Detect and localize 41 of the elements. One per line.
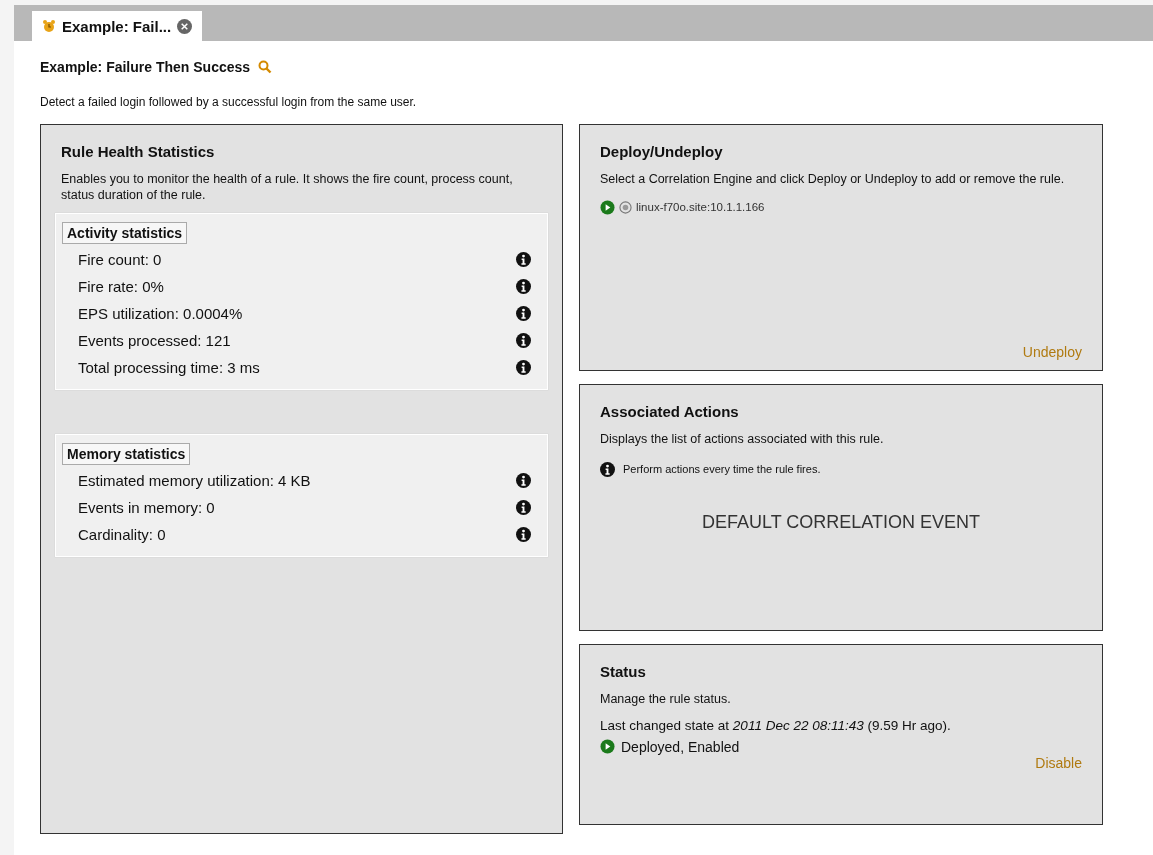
info-icon: [516, 527, 531, 543]
statistic-text: Total processing time: 3 ms: [78, 359, 260, 377]
panel-title: Associated Actions: [600, 403, 740, 420]
close-icon[interactable]: [177, 18, 193, 34]
panel-description: Select a Correlation Engine and click Deploy or Undeploy to add or remove the rule.: [600, 172, 1066, 188]
panel-title: Status: [600, 663, 647, 680]
rule-description: Detect a failed login followed by a successful login from the same user.: [40, 95, 418, 109]
undeploy-link[interactable]: Undeploy: [1022, 344, 1082, 360]
status-text: Deployed, Enabled: [621, 738, 740, 755]
search-icon[interactable]: [258, 60, 273, 74]
info-icon: [600, 461, 615, 477]
info-icon: [516, 360, 531, 376]
rule-title: Example: Failure Then Success: [40, 59, 251, 75]
info-icon: [516, 500, 531, 516]
statistic-text: Fire count: 0: [78, 251, 162, 269]
info-icon: [516, 252, 531, 268]
last-changed-text: Last changed state at 2011 Dec 22 08:11:43 (9.59 Hr ago).: [600, 717, 952, 733]
info-icon: [516, 279, 531, 295]
panel-title: Deploy/Undeploy: [600, 143, 724, 160]
panel-description: Displays the list of actions associated with this rule.: [600, 432, 885, 448]
panel-title: Rule Health Statistics: [61, 143, 216, 160]
alarm-clock-icon: [42, 19, 56, 33]
group-legend: Memory statistics: [62, 443, 191, 466]
info-icon: [516, 306, 531, 322]
action-event: DEFAULT CORRELATION EVENT: [700, 511, 982, 533]
statistic-text: Events processed: 121: [78, 332, 231, 350]
info-icon: [516, 333, 531, 349]
group-legend: Activity statistics: [62, 222, 188, 245]
actions-note: Perform actions every time the rule fires.: [623, 463, 821, 476]
tab[interactable]: Example: Fail...: [32, 11, 203, 41]
statistic-text: Estimated memory utilization: 4 KB: [78, 472, 311, 490]
engine-name: linux-f70o.site:10.1.1.166: [636, 201, 765, 214]
statistic-text: EPS utilization: 0.0004%: [78, 305, 243, 323]
disable-link[interactable]: Disable: [1035, 754, 1082, 771]
statistic-text: Fire rate: 0%: [78, 278, 164, 296]
statistic-text: Events in memory: 0: [78, 499, 215, 517]
target-icon: [619, 200, 632, 214]
info-icon: [516, 473, 531, 489]
statistic-text: Cardinality: 0: [78, 526, 166, 544]
panel-description: Manage the rule status.: [600, 692, 732, 708]
panel-description: Enables you to monitor the health of a rule. It shows the fire count, process count, status duration of the rule.: [61, 172, 514, 204]
